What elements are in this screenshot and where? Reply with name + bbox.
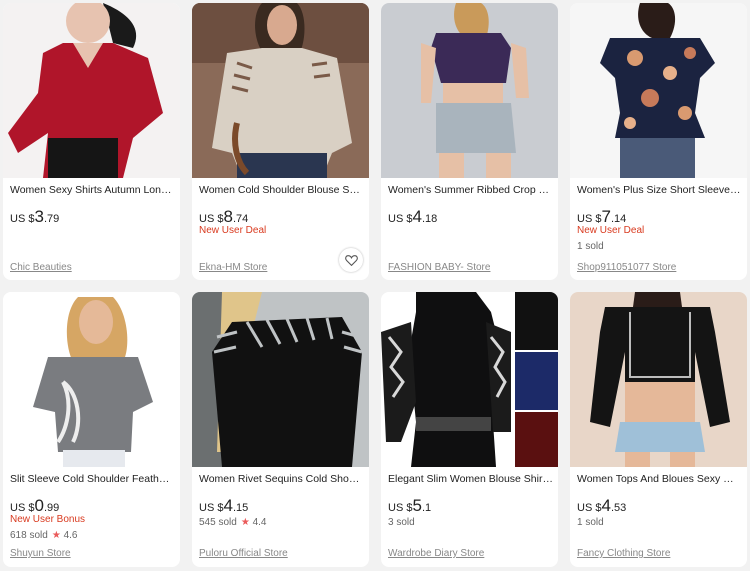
store-link[interactable]: Shop911051077 Store (577, 262, 676, 273)
product-title[interactable]: Women Tops And Bloues Sexy Wo... (577, 473, 742, 485)
product-card[interactable]: Elegant Slim Women Blouse Shirts ... US … (381, 292, 558, 567)
product-title[interactable]: Women Sexy Shirts Autumn Long ... (10, 184, 175, 196)
product-price: US $5.1 (388, 496, 432, 515)
product-price: US $7.14 (577, 207, 627, 226)
wishlist-button[interactable] (339, 248, 363, 272)
star-icon: ★ (240, 517, 250, 528)
product-title[interactable]: Women Cold Shoulder Blouse Soli... (199, 184, 364, 196)
store-link[interactable]: Puloru Official Store (199, 548, 288, 559)
product-image[interactable] (3, 292, 180, 467)
sold-count: 1 sold (577, 517, 604, 528)
product-image[interactable] (192, 3, 369, 178)
sold-rating: 618 sold ★ 4.6 (10, 530, 78, 541)
store-link[interactable]: FASHION BABY- Store (388, 262, 490, 273)
product-title[interactable]: Women's Plus Size Short Sleeve Sh... (577, 184, 742, 196)
product-title[interactable]: Elegant Slim Women Blouse Shirts ... (388, 473, 553, 485)
product-image[interactable] (3, 3, 180, 178)
product-card[interactable]: Women's Summer Ribbed Crop To... US $4.1… (381, 3, 558, 280)
deal-badge: New User Deal (199, 225, 267, 236)
store-link[interactable]: Wardrobe Diary Store (388, 548, 484, 559)
product-image[interactable] (570, 3, 747, 178)
sold-count: 3 sold (388, 517, 415, 528)
store-link[interactable]: Fancy Clothing Store (577, 548, 670, 559)
store-link[interactable]: Chic Beauties (10, 262, 72, 273)
store-link[interactable]: Shuyun Store (10, 548, 71, 559)
product-image[interactable] (570, 292, 747, 467)
product-price: US $4.18 (388, 207, 438, 226)
product-price: US $4.15 (199, 496, 249, 515)
product-title[interactable]: Women Rivet Sequins Cold Should... (199, 473, 364, 485)
star-icon: ★ (51, 530, 61, 541)
product-card[interactable]: Women Rivet Sequins Cold Should... US $4… (192, 292, 369, 567)
product-card[interactable]: Slit Sleeve Cold Shoulder Feather P... U… (3, 292, 180, 567)
product-price: US $4.53 (577, 496, 627, 515)
product-card[interactable]: Women's Plus Size Short Sleeve Sh... US … (570, 3, 747, 280)
product-price: US $0.99 (10, 496, 60, 515)
product-title[interactable]: Women's Summer Ribbed Crop To... (388, 184, 553, 196)
sold-rating: 545 sold ★ 4.4 (199, 517, 267, 528)
product-title[interactable]: Slit Sleeve Cold Shoulder Feather P... (10, 473, 175, 485)
product-image[interactable] (192, 292, 369, 467)
sold-count: 1 sold (577, 241, 604, 252)
product-card[interactable]: Women Sexy Shirts Autumn Long ... US $3.… (3, 3, 180, 280)
product-image[interactable] (381, 292, 558, 467)
deal-badge: New User Deal (577, 225, 645, 236)
product-image[interactable] (381, 3, 558, 178)
product-price: US $8.74 (199, 207, 249, 226)
store-link[interactable]: Ekna-HM Store (199, 262, 267, 273)
product-card[interactable]: Women Cold Shoulder Blouse Soli... US $8… (192, 3, 369, 280)
product-card[interactable]: Women Tops And Bloues Sexy Wo... US $4.5… (570, 292, 747, 567)
deal-badge: New User Bonus (10, 514, 86, 525)
product-price: US $3.79 (10, 207, 60, 226)
heart-icon (344, 255, 358, 266)
